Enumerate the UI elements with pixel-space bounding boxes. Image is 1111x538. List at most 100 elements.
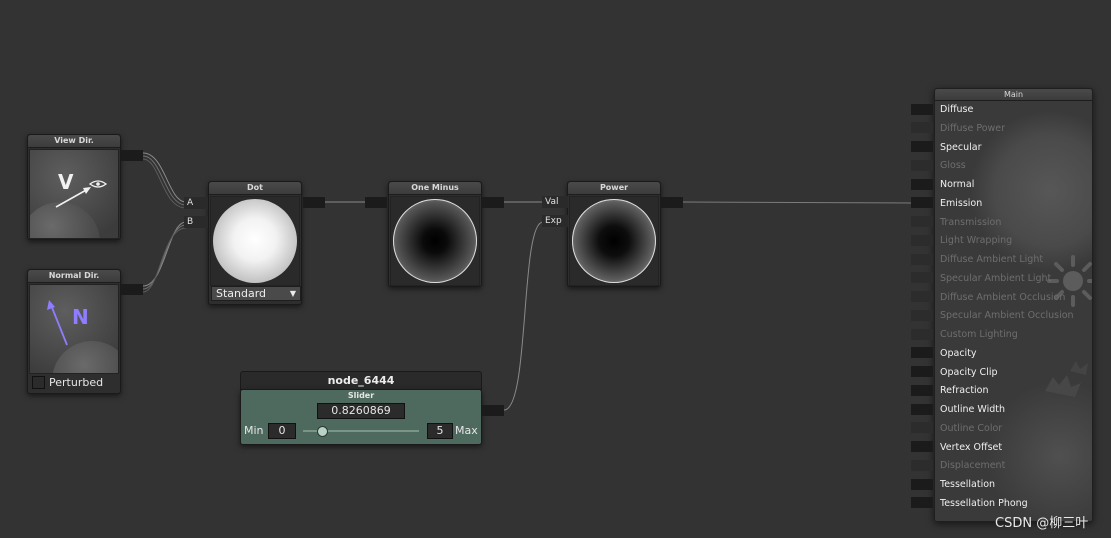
dot-preview [210, 196, 300, 286]
normal-dir-output-port[interactable] [121, 284, 143, 295]
main-input-port[interactable] [911, 178, 933, 190]
wire-slider-to-power-exp [503, 221, 544, 411]
node-view-dir[interactable]: View Dir. V [27, 134, 121, 240]
power-output-port[interactable] [661, 197, 683, 208]
leaf-icon [1045, 361, 1088, 397]
main-input-label: Specular Ambient Light [940, 272, 1052, 284]
main-input-port[interactable] [911, 122, 933, 134]
main-input-label: Specular Ambient Occlusion [940, 310, 1074, 322]
node-title: Dot [209, 182, 301, 195]
dot-sphere [213, 199, 297, 283]
main-input-label: Refraction [940, 385, 989, 397]
main-input-label: Outline Color [940, 422, 1003, 434]
dot-mode-value: Standard [216, 287, 267, 300]
main-input-port[interactable] [911, 366, 933, 377]
main-input-label: Diffuse Power [940, 122, 1006, 134]
main-input-port[interactable] [911, 216, 933, 227]
main-input-port[interactable] [911, 309, 933, 321]
main-input-label: Tessellation [940, 479, 996, 490]
node-title: Power [568, 182, 660, 195]
main-input-port[interactable] [911, 197, 933, 209]
main-node-title: Main [935, 89, 1092, 101]
main-input-port[interactable] [911, 403, 933, 415]
one-minus-input-port[interactable] [365, 197, 387, 208]
main-input-port[interactable] [911, 497, 933, 509]
slider-output-port[interactable] [482, 405, 504, 416]
view-dir-preview: V [29, 149, 119, 239]
main-node[interactable]: Main Diffuse Diffuse Power Specular Gloss No… [934, 88, 1093, 522]
node-one-minus[interactable]: One Minus [388, 181, 482, 287]
dot-output-port[interactable] [303, 197, 325, 208]
main-input-port[interactable] [911, 272, 933, 284]
main-input-port[interactable] [911, 103, 933, 115]
slider-min-label: Min [244, 424, 264, 437]
slider-thumb[interactable] [317, 426, 329, 437]
main-input-label: Diffuse Ambient Occlusion [940, 291, 1066, 303]
view-dir-output-port[interactable] [121, 150, 143, 161]
main-input-label: Outline Width [940, 404, 1005, 415]
main-input-label: Transmission [940, 216, 1002, 228]
main-input-label: Diffuse [940, 104, 974, 115]
node-dot[interactable]: Dot Standard ▼ [208, 181, 302, 305]
chevron-down-icon: ▼ [289, 289, 296, 298]
slider-node-header[interactable]: node_6444 [240, 371, 482, 390]
main-input-label: Emission [940, 197, 983, 209]
slider-node-name: node_6444 [327, 374, 395, 387]
main-input-port[interactable] [911, 159, 933, 171]
normal-arrow-icon [47, 300, 68, 346]
main-input-port[interactable] [911, 291, 933, 302]
main-input-port[interactable] [911, 234, 933, 246]
main-input-port[interactable] [911, 384, 933, 396]
node-slider[interactable]: Slider 0.8260869 Min 0 5 Max [240, 389, 482, 445]
main-input-label: Vertex Offset [940, 441, 1003, 453]
one-minus-sphere [393, 199, 477, 283]
dot-mode-dropdown[interactable]: Standard ▼ [211, 286, 301, 301]
power-input-exp-label: Exp [542, 215, 568, 227]
slider-title: Slider [347, 391, 375, 400]
view-arrow-icon [55, 180, 108, 208]
main-input-port[interactable] [911, 441, 933, 452]
main-input-label: Displacement [940, 460, 1006, 472]
wire-viewdir-to-dot-a-3 [142, 158, 187, 209]
dot-input-b-label: B [184, 216, 208, 228]
one-minus-output-port[interactable] [482, 197, 504, 208]
main-input-label: Opacity Clip [940, 366, 998, 378]
main-input-port[interactable] [911, 141, 933, 152]
main-input-label: Gloss [940, 160, 966, 172]
dot-input-a-label: A [184, 197, 208, 209]
main-input-port[interactable] [911, 328, 933, 340]
slider-max-label: Max [455, 424, 478, 437]
perturbed-checkbox[interactable] [32, 376, 45, 389]
main-input-label: Tessellation Phong [940, 497, 1028, 509]
main-input-label: Custom Lighting [940, 329, 1018, 340]
main-input-port[interactable] [911, 459, 933, 471]
main-input-label: Diffuse Ambient Light [940, 254, 1044, 265]
wire-viewdir-to-dot-a [142, 152, 187, 203]
node-normal-dir[interactable]: Normal Dir. N Perturbed [27, 269, 121, 394]
power-sphere [572, 199, 656, 283]
wire-power-to-emission [682, 201, 912, 204]
node-title: One Minus [389, 182, 481, 195]
main-input-label: Light Wrapping [940, 235, 1013, 247]
watermark: CSDN @柳三叶 [995, 516, 1089, 531]
main-input-port[interactable] [911, 347, 933, 359]
main-input-port[interactable] [911, 422, 933, 434]
node-title: Normal Dir. [28, 270, 120, 283]
main-input-label: Specular [940, 141, 982, 153]
node-power[interactable]: Power [567, 181, 661, 287]
one-minus-preview [390, 196, 480, 286]
main-input-label: Opacity [940, 347, 977, 359]
main-input-label: Normal [940, 179, 975, 190]
power-preview [569, 196, 659, 286]
node-title: View Dir. [28, 135, 120, 148]
main-input-port[interactable] [911, 478, 933, 490]
main-input-port[interactable] [911, 253, 933, 265]
slider-min-field[interactable]: 0 [268, 423, 296, 439]
slider-value-field[interactable]: 0.8260869 [317, 403, 405, 419]
perturbed-label: Perturbed [49, 376, 104, 389]
power-input-val-label: Val [542, 196, 568, 208]
wire-viewdir-to-dot-a-2 [142, 155, 187, 206]
normal-dir-preview: N [29, 284, 119, 374]
slider-max-field[interactable]: 5 [427, 423, 453, 439]
wire-normaldir-to-dot-b-3 [142, 227, 187, 293]
